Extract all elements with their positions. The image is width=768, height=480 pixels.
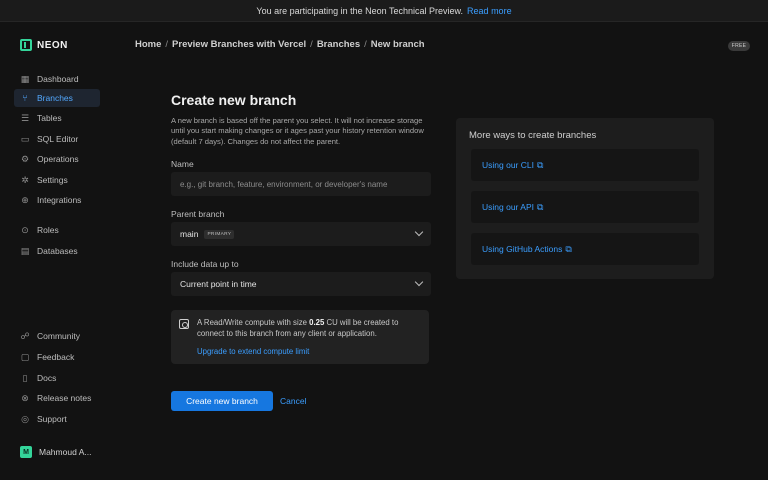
chevron-down-icon xyxy=(414,227,424,237)
neon-logo[interactable]: NEON xyxy=(20,39,68,51)
breadcrumb-home[interactable]: Home xyxy=(135,39,161,50)
sidebar-item-label: SQL Editor xyxy=(37,134,79,144)
sidebar-item-databases[interactable]: ▤ Databases xyxy=(14,242,100,260)
sidebar-item-settings[interactable]: ✲ Settings xyxy=(14,171,100,189)
sidebar-item-label: Support xyxy=(37,414,67,424)
integrations-icon: ⊕ xyxy=(21,194,29,205)
banner-read-more-link[interactable]: Read more xyxy=(467,6,512,16)
include-data-select[interactable]: Current point in time xyxy=(171,272,431,296)
breadcrumb-current: New branch xyxy=(370,39,425,50)
sidebar-item-feedback[interactable]: ▢ Feedback xyxy=(14,348,100,366)
chevron-down-icon xyxy=(414,277,424,287)
cli-link[interactable]: Using our CLI ⧉ xyxy=(471,149,699,181)
cancel-button[interactable]: Cancel xyxy=(280,396,306,406)
feedback-icon: ▢ xyxy=(20,351,30,362)
compute-notice-text: A Read/Write compute with size 0.25 CU w… xyxy=(197,318,399,338)
table-icon: ☰ xyxy=(20,112,30,123)
external-link-icon: ⧉ xyxy=(536,201,544,212)
database-icon: ▤ xyxy=(20,245,30,256)
sidebar-item-tables[interactable]: ☰ Tables xyxy=(14,109,100,127)
api-link[interactable]: Using our API ⧉ xyxy=(471,191,699,223)
sidebar-item-label: Branches xyxy=(37,93,73,103)
sidebar-item-label: Release notes xyxy=(37,393,92,403)
parent-branch-select[interactable]: main PRIMARY xyxy=(171,222,431,246)
breadcrumb-separator: / xyxy=(165,39,169,50)
compute-icon xyxy=(179,319,189,329)
sidebar-item-operations[interactable]: ⚙ Operations xyxy=(14,150,100,168)
grid-icon: ▦ xyxy=(20,73,30,84)
community-icon: ☍ xyxy=(20,330,30,341)
breadcrumb-separator: / xyxy=(310,39,313,50)
name-label: Name xyxy=(171,159,194,169)
include-data-label: Include data up to xyxy=(171,259,239,269)
sidebar-item-community[interactable]: ☍ Community xyxy=(14,327,100,345)
create-branch-form: Create new branch A new branch is based … xyxy=(171,92,431,411)
sidebar-item-sql-editor[interactable]: ▭ SQL Editor xyxy=(14,130,100,148)
avatar: M xyxy=(20,446,32,458)
sidebar-item-label: Tables xyxy=(37,113,62,123)
sidebar-item-roles[interactable]: ⊙ Roles xyxy=(14,221,100,239)
banner-text: You are participating in the Neon Techni… xyxy=(256,5,464,16)
branch-icon: ⑂ xyxy=(22,92,28,103)
breadcrumb: Home / Preview Branches with Vercel / Br… xyxy=(135,39,425,50)
sidebar-item-label: Docs xyxy=(37,373,57,383)
breadcrumb-separator: / xyxy=(364,39,367,50)
sidebar-item-label: Community xyxy=(37,331,80,341)
sidebar-item-integrations[interactable]: ⊕ Integrations xyxy=(14,191,100,209)
parent-branch-label: Parent branch xyxy=(171,209,225,219)
sidebar-item-label: Settings xyxy=(37,175,68,185)
preview-banner: You are participating in the Neon Techni… xyxy=(0,0,768,22)
gear-icon: ✲ xyxy=(21,174,29,185)
panel-title: More ways to create branches xyxy=(469,130,597,141)
docs-icon: ▯ xyxy=(22,372,28,383)
sidebar-item-label: Integrations xyxy=(37,195,82,205)
sidebar-item-label: Dashboard xyxy=(37,74,79,84)
roles-icon: ⊙ xyxy=(21,224,29,235)
neon-logo-icon xyxy=(20,39,32,51)
user-name: Mahmoud A... xyxy=(39,447,92,457)
more-ways-panel: More ways to create branches Using our C… xyxy=(456,118,714,279)
parent-branch-value: main xyxy=(180,229,199,239)
user-menu[interactable]: M Mahmoud A... xyxy=(20,446,91,458)
compute-size: 0.25 xyxy=(309,318,325,327)
release-notes-icon: ⊗ xyxy=(21,392,29,403)
primary-badge: PRIMARY xyxy=(204,229,235,239)
plan-badge: FREE xyxy=(728,41,750,51)
external-link-icon: ⧉ xyxy=(565,243,572,254)
include-data-value: Current point in time xyxy=(180,279,257,289)
sidebar-item-release-notes[interactable]: ⊗ Release notes xyxy=(14,389,100,407)
sidebar-item-label: Feedback xyxy=(37,352,75,362)
branch-name-placeholder: e.g., git branch, feature, environment, … xyxy=(180,179,388,189)
github-actions-link[interactable]: Using GitHub Actions ⧉ xyxy=(471,233,699,265)
sidebar-item-support[interactable]: ◎ Support xyxy=(14,410,100,428)
operations-icon: ⚙ xyxy=(20,153,30,164)
sidebar-item-dashboard[interactable]: ▦ Dashboard xyxy=(14,70,100,88)
editor-icon: ▭ xyxy=(20,133,30,144)
sidebar-item-label: Databases xyxy=(37,246,78,256)
breadcrumb-branches[interactable]: Branches xyxy=(317,39,360,50)
sidebar-item-label: Roles xyxy=(37,225,59,235)
create-branch-button[interactable]: Create new branch xyxy=(171,391,273,411)
external-link-icon: ⧉ xyxy=(536,159,544,170)
brand-name: NEON xyxy=(37,39,68,51)
sidebar-item-branches[interactable]: ⑂ Branches xyxy=(14,89,100,107)
support-icon: ◎ xyxy=(21,413,29,424)
compute-notice: A Read/Write compute with size 0.25 CU w… xyxy=(171,310,429,364)
branch-name-input[interactable]: e.g., git branch, feature, environment, … xyxy=(171,172,431,196)
breadcrumb-project[interactable]: Preview Branches with Vercel xyxy=(172,39,306,50)
sidebar: NEON ▦ Dashboard ⑂ Branches ☰ Tables ▭ S… xyxy=(0,22,112,480)
upgrade-link[interactable]: Upgrade to extend compute limit xyxy=(197,347,309,356)
sidebar-item-docs[interactable]: ▯ Docs xyxy=(14,369,100,387)
page-title: Create new branch xyxy=(171,92,297,108)
form-description: A new branch is based off the parent you… xyxy=(171,116,424,146)
sidebar-item-label: Operations xyxy=(37,154,79,164)
